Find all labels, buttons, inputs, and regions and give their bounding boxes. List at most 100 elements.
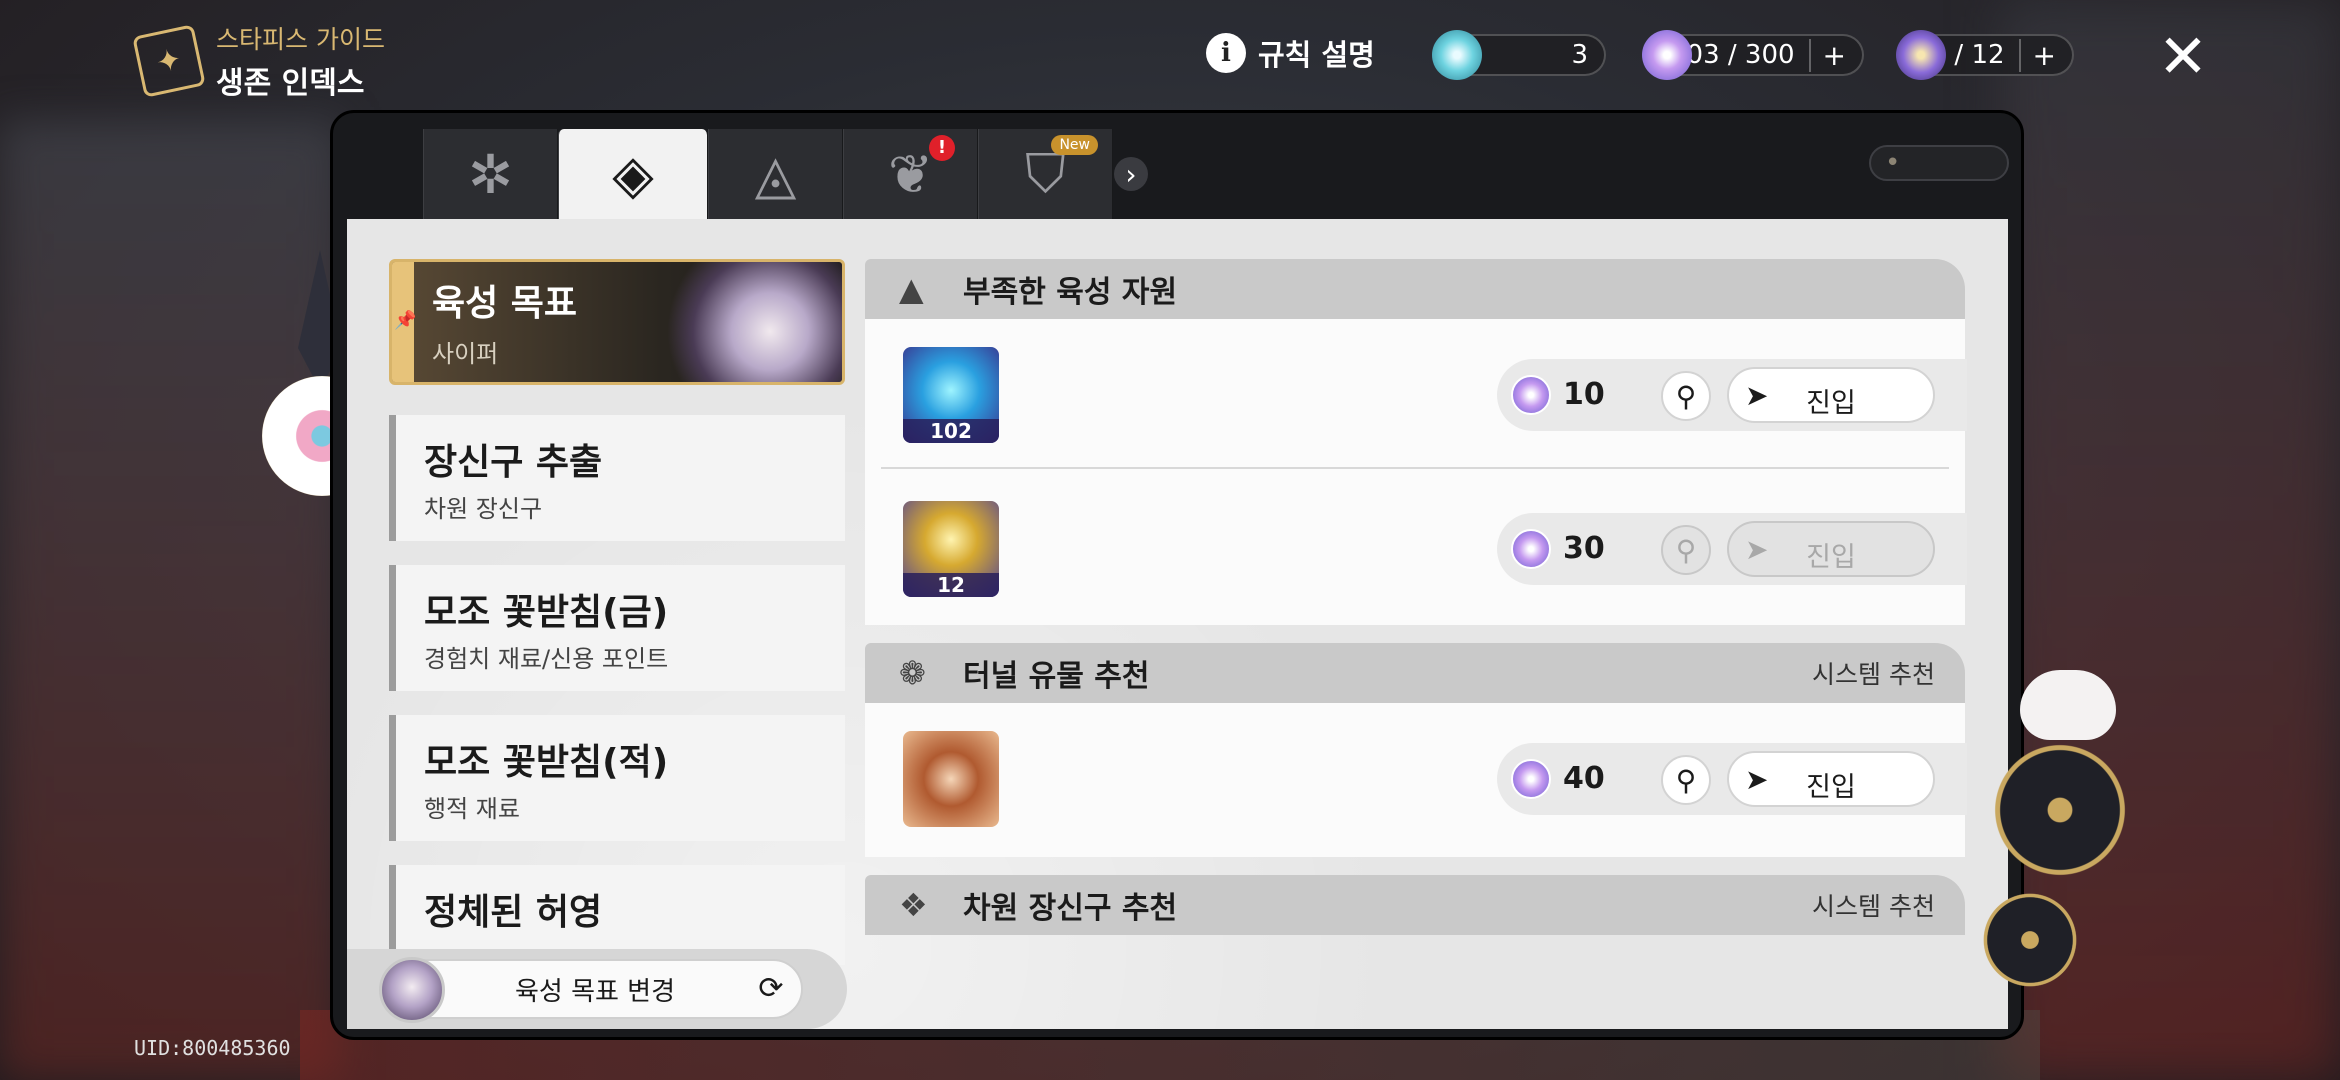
list-item-calyx-gold[interactable]: 모조 꽃받침(금) 경험치 재료/신용 포인트: [389, 565, 845, 691]
action-group: 40 ⚲ ➤ 진입: [1497, 743, 1967, 815]
relic-item-icon[interactable]: [903, 731, 999, 827]
triangle-emblem-icon: ◬: [754, 142, 797, 206]
pom-pom-mascot: [2020, 670, 2116, 740]
panel-emblem: •: [1869, 145, 2009, 181]
enter-button[interactable]: ➤ 진입: [1727, 367, 1935, 423]
knot-emblem-icon: ❖: [899, 886, 928, 924]
enter-label: 진입: [1806, 542, 1856, 573]
list-item-sub: 경험치 재료/신용 포인트: [424, 645, 669, 673]
section-title: 차원 장신구 추천: [963, 891, 1178, 926]
enter-button[interactable]: ➤ 진입: [1727, 521, 1935, 577]
location-button[interactable]: ⚲: [1661, 755, 1711, 805]
tab-survival[interactable]: ✲: [423, 129, 558, 219]
triangle-emblem-icon: ▲: [899, 270, 924, 308]
add-reserved-power-button[interactable]: +: [2018, 38, 2056, 72]
shell-emblem-icon: ❦: [887, 142, 934, 206]
new-tag: New: [1051, 135, 1098, 155]
enter-label: 진입: [1806, 772, 1856, 803]
content-area: 📌 육성 목표 사이퍼 장신구 추출 차원 장신구 모조 꽃받침(금) 경험치 …: [347, 219, 2008, 1029]
chevron-right-icon: ›: [1114, 157, 1148, 191]
refresh-icon: ⟳: [758, 971, 784, 1006]
guide-subtitle: 스타피스 가이드: [216, 25, 385, 54]
guide-brand: ✦ 스타피스 가이드 생존 인덱스: [132, 20, 385, 102]
cost-value: 30: [1563, 531, 1605, 566]
trailblaze-power-icon: [1511, 529, 1551, 569]
currency-trailblaze-power[interactable]: 203 / 300 +: [1642, 30, 1864, 80]
list-item-calyx-crimson[interactable]: 모조 꽃받침(적) 행적 재료: [389, 715, 845, 841]
currency-fuel-value: 3: [1571, 40, 1588, 70]
section-header-ornaments: ❖ 차원 장신구 추천 시스템 추천: [865, 875, 1965, 935]
training-goal-card[interactable]: 📌 육성 목표 사이퍼: [389, 259, 845, 385]
tab-next-button[interactable]: ›: [1113, 129, 1149, 219]
section-header-relics: ❁ 터널 유물 추천 시스템 추천: [865, 643, 1965, 703]
system-recommend-label: 시스템 추천: [1812, 660, 1935, 689]
flower-emblem-icon: ❁: [899, 654, 926, 692]
currency-fuel[interactable]: 3: [1432, 30, 1606, 80]
currency-reserved-power[interactable]: 4 / 12 +: [1896, 30, 2074, 80]
list-item-sub: 차원 장신구: [424, 495, 543, 523]
section-header-resources: ▲ 부족한 육성 자원: [865, 259, 1965, 319]
page-title: 생존 인덱스: [216, 66, 365, 101]
section-body-resources: 102 10 ⚲ ➤ 진입 12 30 ⚲ ➤ 진입: [865, 319, 1967, 625]
section-body-relics: 40 ⚲ ➤ 진입: [865, 703, 1967, 857]
goal-character: 사이퍼: [432, 340, 499, 368]
action-group: 10 ⚲ ➤ 진입: [1497, 359, 1967, 431]
tab-shield[interactable]: ⛉ New: [978, 129, 1113, 219]
character-portrait: [662, 262, 842, 382]
right-ornament: [1980, 670, 2140, 1000]
goal-title: 육성 목표: [432, 283, 578, 324]
location-button[interactable]: ⚲: [1661, 525, 1711, 575]
section-title: 터널 유물 추천: [963, 659, 1150, 694]
map-pin-icon: ⚲: [1675, 379, 1697, 413]
list-item-title: 모조 꽃받침(적): [424, 742, 669, 783]
rules-button[interactable]: i 규칙 설명: [1206, 32, 1375, 74]
tab-triangle[interactable]: ◬: [708, 129, 843, 219]
cost-value: 10: [1563, 377, 1605, 412]
alert-badge: !: [929, 135, 955, 161]
enter-label: 진입: [1806, 388, 1856, 419]
tab-survival-index[interactable]: ◈: [558, 129, 708, 219]
item-count: 102: [903, 419, 999, 443]
material-item-icon[interactable]: 12: [903, 501, 999, 597]
location-button[interactable]: ⚲: [1661, 371, 1711, 421]
resource-row: 102 10 ⚲ ➤ 진입: [865, 319, 1967, 469]
brand-text: 스타피스 가이드 생존 인덱스: [216, 20, 385, 102]
tab-shell[interactable]: ❦ !: [843, 129, 978, 219]
fuel-icon: [1432, 30, 1482, 80]
tab-bar: ✲ ◈ ◬ ❦ ! ⛉ New ›: [423, 129, 1149, 219]
list-item-title: 정체된 허영: [424, 892, 603, 933]
user-id: UID:800485360: [134, 1036, 291, 1060]
flower-ornament-icon: [1990, 740, 2130, 880]
change-goal-button[interactable]: 육성 목표 변경 ⟳: [379, 957, 803, 1023]
flower-ornament-icon: [1980, 890, 2080, 990]
guide-panel: ✲ ◈ ◬ ❦ ! ⛉ New › • 📌 육성 목표 사이퍼 장신구 추출 차…: [330, 110, 2024, 1040]
list-item-title: 모조 꽃받침(금): [424, 592, 669, 633]
section-title: 부족한 육성 자원: [963, 275, 1178, 310]
item-count: 12: [903, 573, 999, 597]
enter-button[interactable]: ➤ 진입: [1727, 751, 1935, 807]
list-item-ornament-extraction[interactable]: 장신구 추출 차원 장신구: [389, 415, 845, 541]
action-group: 30 ⚲ ➤ 진입: [1497, 513, 1967, 585]
trailblaze-power-icon: [1511, 759, 1551, 799]
rules-label: 규칙 설명: [1258, 38, 1375, 72]
left-footer: 육성 목표 변경 ⟳: [347, 949, 847, 1029]
close-icon: ✕: [2157, 22, 2209, 92]
info-icon: i: [1206, 33, 1246, 73]
close-button[interactable]: ✕: [2152, 26, 2214, 88]
avatar: [379, 957, 445, 1023]
pin-icon: 📌: [394, 310, 417, 331]
cost-value: 40: [1563, 761, 1605, 796]
relic-row: 40 ⚲ ➤ 진입: [865, 703, 1967, 853]
map-pin-icon: ⚲: [1675, 763, 1697, 797]
material-item-icon[interactable]: 102: [903, 347, 999, 443]
trailblaze-power-icon: [1511, 375, 1551, 415]
guide-book-icon: ✦: [132, 24, 206, 98]
system-recommend-label: 시스템 추천: [1812, 892, 1935, 921]
add-trailblaze-power-button[interactable]: +: [1808, 38, 1846, 72]
resource-row: 12 30 ⚲ ➤ 진입: [865, 473, 1967, 623]
map-pin-icon: ⚲: [1675, 533, 1697, 567]
trailblaze-power-icon: [1642, 30, 1692, 80]
change-goal-label: 육성 목표 변경: [514, 976, 676, 1007]
compass-rose-icon: ✲: [467, 142, 514, 206]
list-item-sub: 행적 재료: [424, 795, 520, 823]
